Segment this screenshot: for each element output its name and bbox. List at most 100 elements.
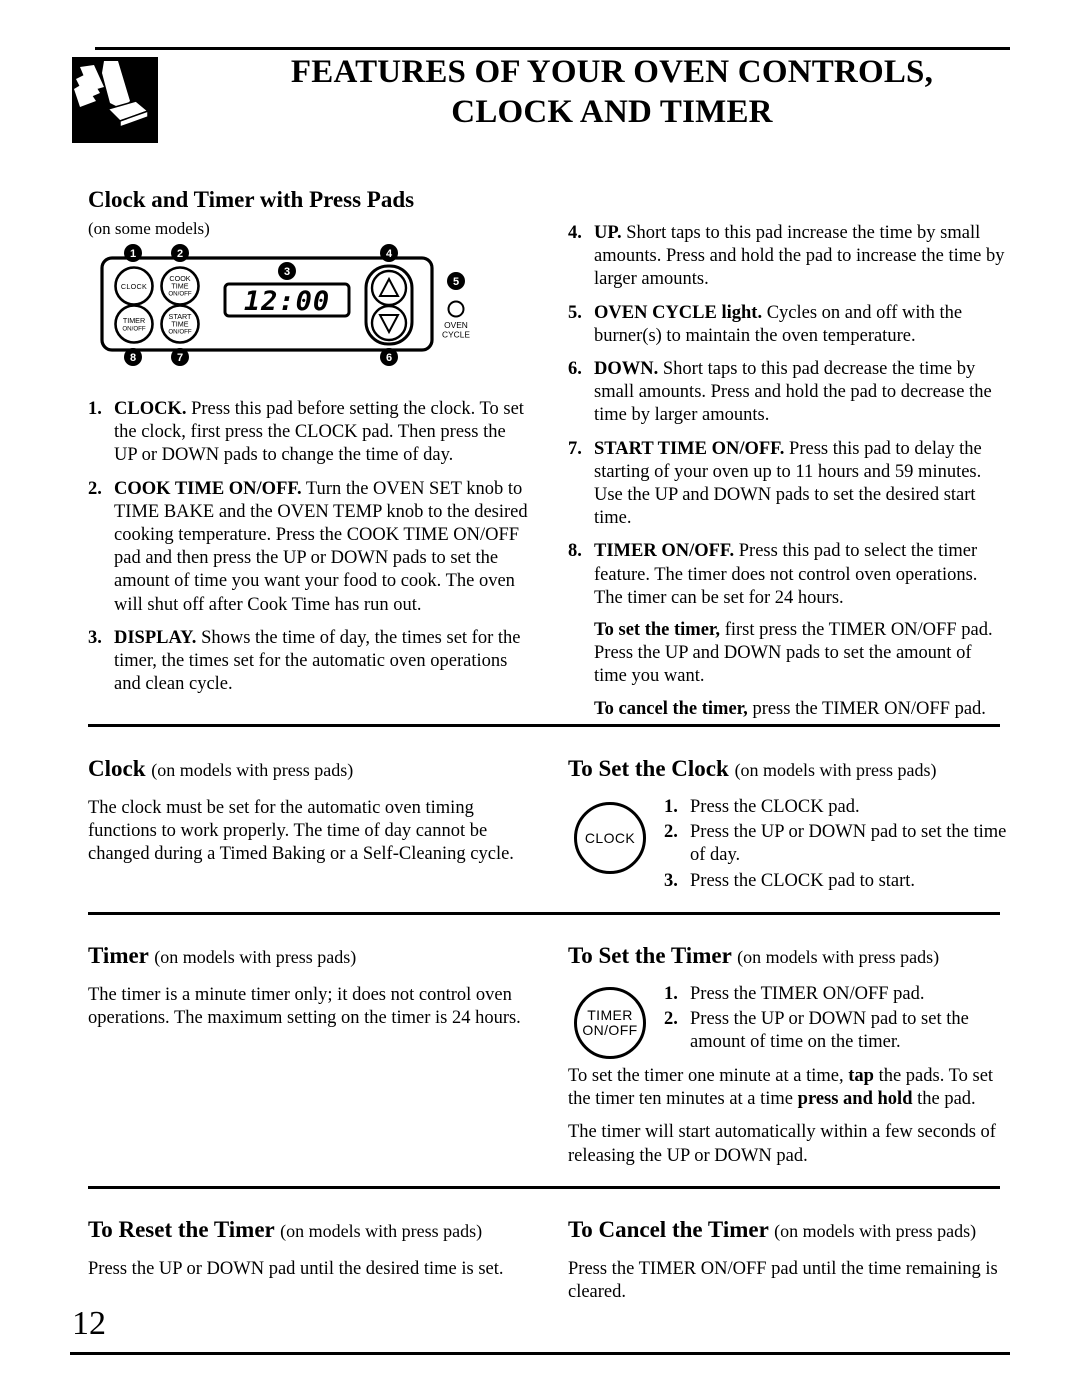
cancel-timer-note-text: press the TIMER ON/OFF pad.	[747, 698, 986, 719]
set-timer-section: To Set the Timer (on models with press p…	[568, 942, 1018, 1168]
feature-number: 7.	[568, 438, 582, 459]
feature-item-8: 8. TIMER ON/OFF. Press this pad to selec…	[568, 540, 1008, 610]
cancel-timer-section: To Cancel the Timer (on models with pres…	[568, 1216, 1018, 1304]
svg-text:OVEN: OVEN	[444, 320, 468, 330]
svg-text:7: 7	[177, 352, 183, 364]
step-text: Press the CLOCK pad to start.	[690, 870, 916, 891]
clock-section-heading: Clock (on models with press pads)	[88, 755, 528, 784]
set-clock-section: To Set the Clock (on models with press p…	[568, 755, 1018, 893]
step-number: 1.	[664, 984, 678, 1004]
tap-note-tap: tap	[848, 1066, 874, 1086]
tap-note-part-1: To set the timer one minute at a time,	[568, 1066, 849, 1086]
feature-number: 6.	[568, 359, 582, 380]
cancel-timer-heading: To Cancel the Timer (on models with pres…	[568, 1216, 1018, 1245]
feature-label: UP.	[594, 223, 622, 243]
page-header: FEATURES OF YOUR OVEN CONTROLS, CLOCK AN…	[72, 50, 1012, 160]
feature-text: Short taps to this pad increase the time…	[594, 223, 1005, 290]
clock-pad-illustration: CLOCK	[574, 802, 646, 874]
reset-timer-heading: To Reset the Timer (on models with press…	[88, 1216, 528, 1245]
step-number: 3.	[664, 870, 678, 891]
feature-item-4: 4. UP. Short taps to this pad increase t…	[568, 222, 1008, 292]
step-number: 2.	[664, 822, 678, 843]
timer-pad-label-line-1: TIMER	[587, 1007, 633, 1023]
reset-timer-heading-text: To Reset the Timer	[88, 1217, 275, 1242]
set-timer-tap-hold-note: To set the timer one minute at a time, t…	[568, 1065, 1018, 1111]
manual-page: FEATURES OF YOUR OVEN CONTROLS, CLOCK AN…	[0, 0, 1080, 1397]
feature-number: 1.	[88, 399, 102, 419]
set-timer-auto-start-note: The timer will start automatically withi…	[568, 1122, 996, 1166]
set-clock-heading-text: To Set the Clock	[568, 756, 729, 781]
page-number: 12	[72, 1305, 106, 1342]
svg-text:12:00: 12:00	[244, 286, 330, 317]
clock-section-heading-text: Clock	[88, 756, 146, 781]
step-number: 1.	[664, 797, 678, 817]
control-panel-diagram: CLOCK COOK TIME ON/OFF TIMER ON/OFF STAR…	[88, 240, 518, 390]
set-clock-step-2: 2. Press the UP or DOWN pad to set the t…	[664, 821, 1018, 867]
svg-text:CYCLE: CYCLE	[442, 330, 470, 340]
set-timer-heading: To Set the Timer (on models with press p…	[568, 942, 1018, 971]
set-clock-step-3: 3. Press the CLOCK pad to start.	[664, 870, 1018, 893]
step-text: Press the UP or DOWN pad to set the time…	[690, 822, 1007, 866]
feature-label: DOWN.	[594, 359, 659, 380]
svg-text:6: 6	[386, 352, 392, 364]
set-clock-heading-note: (on models with press pads)	[734, 760, 937, 780]
section-divider-1	[88, 724, 1000, 727]
feature-label: DISPLAY.	[114, 627, 197, 648]
clock-section-heading-note: (on models with press pads)	[151, 760, 354, 780]
feature-item-1: 1. CLOCK. Press this pad before setting …	[88, 398, 528, 468]
cancel-timer-body: Press the TIMER ON/OFF pad until the tim…	[568, 1259, 998, 1303]
clock-pad-label: CLOCK	[584, 829, 636, 846]
feature-number: 5.	[568, 302, 582, 323]
features-list-right: 4. UP. Short taps to this pad increase t…	[568, 222, 1008, 721]
set-timer-heading-text: To Set the Timer	[568, 943, 732, 968]
reset-timer-section: To Reset the Timer (on models with press…	[88, 1216, 528, 1281]
feature-item-3: 3. DISPLAY. Shows the time of day, the t…	[88, 627, 528, 697]
page-title-line-2: CLOCK AND TIMER	[451, 94, 773, 130]
svg-text:TIME: TIME	[171, 282, 188, 291]
feature-label: CLOCK.	[114, 399, 187, 419]
reset-timer-body: Press the UP or DOWN pad until the desir…	[88, 1259, 504, 1279]
feature-item-2: 2. COOK TIME ON/OFF. Turn the OVEN SET k…	[88, 478, 528, 617]
feature-text: Turn the OVEN SET knob to TIME BAKE and …	[114, 478, 528, 615]
cancel-timer-note-label: To cancel the timer,	[594, 698, 748, 719]
page-title: FEATURES OF YOUR OVEN CONTROLS, CLOCK AN…	[212, 52, 1012, 132]
svg-text:8: 8	[130, 352, 136, 364]
step-number: 2.	[664, 1009, 678, 1030]
svg-text:ON/OFF: ON/OFF	[168, 329, 192, 336]
feature-label: TIMER ON/OFF.	[594, 541, 735, 562]
clock-section: Clock (on models with press pads) The cl…	[88, 755, 528, 867]
set-timer-note-label: To set the timer,	[594, 620, 721, 641]
feature-number: 4.	[568, 223, 582, 243]
feature-number: 2.	[88, 478, 102, 499]
feature-label: COOK TIME ON/OFF.	[114, 478, 302, 499]
feature-item-6: 6. DOWN. Short taps to this pad decrease…	[568, 358, 1008, 428]
step-text: Press the CLOCK pad.	[690, 797, 860, 817]
svg-text:4: 4	[386, 248, 393, 260]
svg-text:1: 1	[130, 248, 136, 260]
hand-pressing-pad-icon	[72, 57, 158, 143]
feature-item-5: 5. OVEN CYCLE light. Cycles on and off w…	[568, 302, 1008, 348]
intro-heading: Clock and Timer with Press Pads	[88, 187, 415, 212]
step-text: Press the TIMER ON/OFF pad.	[690, 984, 925, 1004]
svg-text:TIMER: TIMER	[123, 316, 145, 325]
timer-pad-label-line-2: ON/OFF	[582, 1022, 638, 1038]
svg-text:3: 3	[284, 266, 290, 278]
tap-note-press-hold: press and hold	[797, 1089, 913, 1110]
cancel-timer-heading-text: To Cancel the Timer	[568, 1217, 769, 1242]
set-clock-heading: To Set the Clock (on models with press p…	[568, 755, 1018, 784]
reset-timer-heading-note: (on models with press pads)	[280, 1221, 483, 1241]
section-divider-3	[88, 1186, 1000, 1189]
set-timer-note: To set the timer, first press the TIMER …	[568, 619, 1008, 689]
timer-pad-illustration: TIMER ON/OFF	[574, 987, 646, 1059]
svg-text:5: 5	[453, 276, 459, 288]
page-title-line-1: FEATURES OF YOUR OVEN CONTROLS,	[290, 54, 934, 90]
feature-number: 8.	[568, 541, 582, 562]
footer-rule	[70, 1352, 1010, 1355]
svg-text:CLOCK: CLOCK	[121, 282, 147, 291]
timer-section-heading-note: (on models with press pads)	[154, 947, 357, 967]
intro-block: Clock and Timer with Press Pads (on some…	[88, 186, 528, 239]
set-clock-step-1: 1. Press the CLOCK pad.	[664, 796, 1018, 819]
cancel-timer-heading-note: (on models with press pads)	[774, 1221, 977, 1241]
timer-section-heading: Timer (on models with press pads)	[88, 942, 528, 971]
set-timer-step-2: 2. Press the UP or DOWN pad to set the a…	[664, 1008, 1018, 1054]
